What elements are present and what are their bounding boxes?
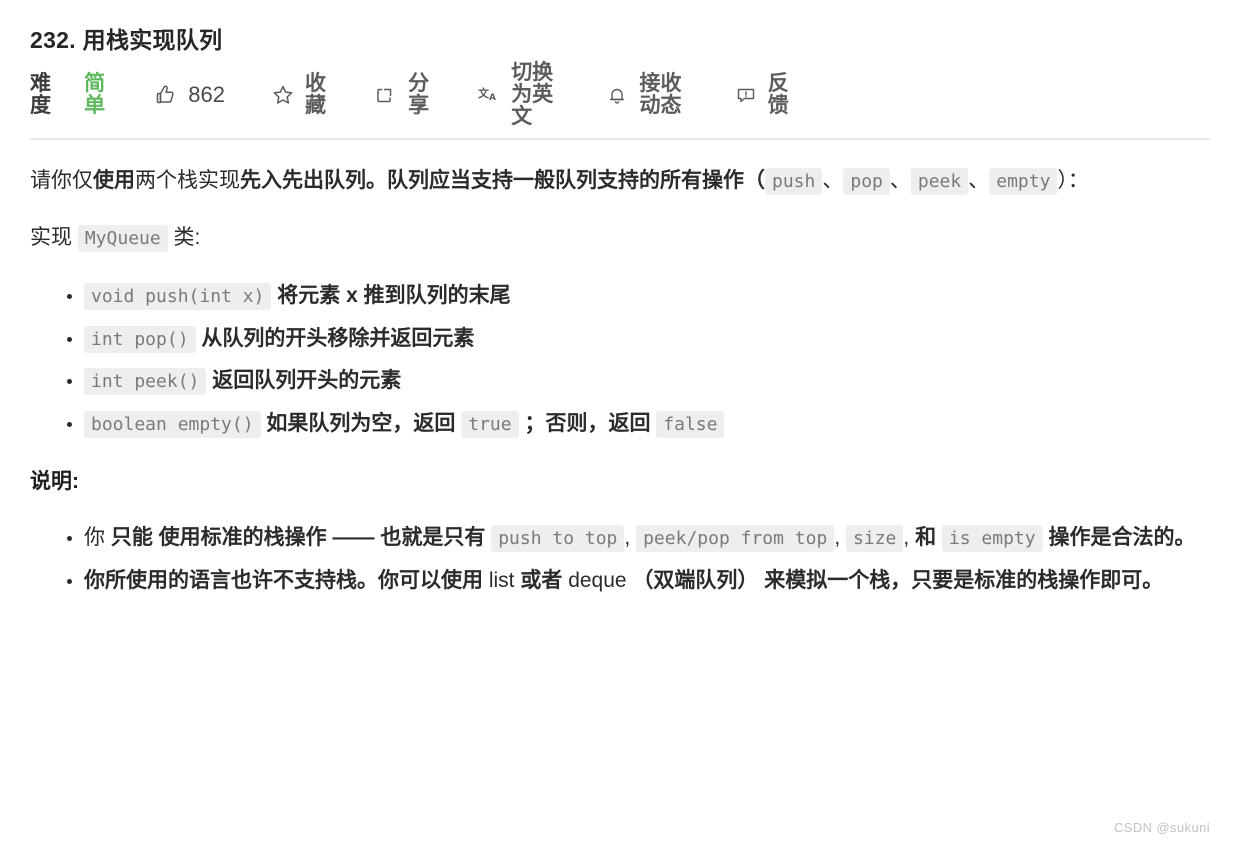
difficulty-group: 难度 简单 [30, 71, 108, 117]
keyword-deque: deque [568, 569, 627, 593]
code-empty: empty [989, 167, 1058, 195]
desc-sep: 、 [822, 168, 844, 192]
note-sep: , [624, 526, 631, 550]
feedback-button[interactable]: 反馈 [734, 71, 791, 117]
code-pop: pop [843, 167, 890, 195]
problem-description: 请你仅使用两个栈实现先入先出队列。队列应当支持一般队列支持的所有操作（ push、… [30, 140, 1210, 602]
problem-toolbar: 难度 简单 862 收藏 分享 文 A 切换为英文 接收动态 反馈 [30, 58, 1210, 132]
method-signature: int peek() [84, 368, 207, 396]
feedback-icon [734, 83, 758, 107]
code-push-to-top: push to top [491, 525, 625, 553]
method-list: void push(int x) 将元素 x 推到队列的末尾 int pop()… [30, 276, 1210, 446]
like-button[interactable]: 862 [154, 82, 225, 108]
description-paragraph-1: 请你仅使用两个栈实现先入先出队列。队列应当支持一般队列支持的所有操作（ push、… [30, 162, 1210, 201]
list-item: boolean empty() 如果队列为空，返回 true ；否则，返回 fa… [84, 404, 1210, 445]
desc-text: 实现 [30, 225, 72, 249]
favorite-button[interactable]: 收藏 [271, 71, 328, 117]
desc-sep: 、 [968, 168, 990, 192]
bell-icon [605, 83, 629, 107]
note-strong: 只能 [110, 526, 153, 550]
keyword-list: list [488, 569, 515, 593]
description-paragraph-2: 实现 MyQueue 类: [30, 219, 1210, 258]
subscribe-button[interactable]: 接收动态 [605, 71, 687, 117]
page-title: 232. 用栈实现队列 [30, 27, 223, 53]
method-description: 将元素 x 推到队列的末尾 [277, 283, 511, 307]
method-description: ；否则，返回 [524, 412, 651, 436]
note-text: 和 [915, 526, 937, 550]
desc-text: ）： [1057, 168, 1089, 192]
method-signature: void push(int x) [84, 282, 272, 310]
translate-label: 切换为英文 [511, 60, 554, 128]
method-description: 返回队列开头的元素 [212, 369, 402, 393]
svg-text:A: A [489, 93, 496, 103]
method-description: 从队列的开头移除并返回元素 [201, 326, 475, 350]
desc-strong: 使用 [93, 168, 135, 192]
desc-strong: 队列。队列应当支持一般队列支持的所有操作（ [324, 168, 765, 192]
note-text: （双端队列） 来模拟一个栈，只要是标准的栈操作即可。 [626, 569, 1164, 593]
share-icon [374, 83, 398, 107]
star-icon [271, 83, 295, 107]
notes-list: 你 只能 使用标准的栈操作 —— 也就是只有 push to top, peek… [30, 518, 1210, 602]
desc-sep: 、 [889, 168, 911, 192]
desc-strong: 先入先出 [240, 168, 324, 192]
note-text: 使用标准的栈操作 —— 也就是只有 [152, 526, 492, 550]
note-sep: , [834, 526, 841, 550]
code-false: false [656, 411, 725, 439]
list-item: int peek() 返回队列开头的元素 [84, 361, 1210, 402]
list-item: int pop() 从队列的开头移除并返回元素 [84, 319, 1210, 360]
code-peek-pop-from-top: peek/pop from top [636, 525, 835, 553]
translate-icon: 文 A [477, 83, 501, 107]
share-label: 分享 [408, 71, 430, 117]
code-myqueue: MyQueue [77, 224, 168, 252]
subscribe-label: 接收动态 [639, 71, 682, 117]
feedback-label: 反馈 [767, 71, 789, 117]
desc-text: 请你仅 [30, 168, 93, 192]
method-signature: boolean empty() [84, 411, 261, 439]
code-push: push [765, 167, 823, 195]
method-description: 如果队列为空，返回 [266, 412, 456, 436]
list-item: 你所使用的语言也许不支持栈。你可以使用 list 或者 deque （双端队列）… [84, 561, 1210, 602]
translate-button[interactable]: 文 A 切换为英文 [477, 60, 559, 128]
difficulty-label: 难度 [30, 71, 51, 117]
notes-heading: 说明: [30, 470, 79, 494]
watermark: CSDN @sukuni [1113, 820, 1210, 835]
method-signature: int pop() [84, 325, 196, 353]
favorite-label: 收藏 [305, 71, 326, 117]
thumbs-up-icon [154, 83, 178, 107]
like-count: 862 [188, 81, 225, 107]
note-sep: , [903, 526, 910, 550]
desc-text: 类: [173, 225, 201, 249]
problem-page: 232. 用栈实现队列 难度 简单 862 收藏 分享 文 A 切换为英文 接收… [0, 0, 1240, 847]
code-peek: peek [910, 167, 969, 195]
share-button[interactable]: 分享 [374, 71, 431, 117]
code-is-empty: is empty [941, 525, 1043, 553]
note-text: 或者 [514, 569, 569, 593]
code-true: true [461, 411, 519, 439]
code-size: size [846, 525, 904, 553]
desc-text: 两个栈实现 [135, 168, 240, 192]
list-item: 你 只能 使用标准的栈操作 —— 也就是只有 push to top, peek… [84, 518, 1210, 559]
note-text: 你所使用的语言也许不支持栈。你可以使用 [84, 569, 489, 593]
list-item: void push(int x) 将元素 x 推到队列的末尾 [84, 276, 1210, 317]
note-text: 你 [84, 526, 111, 550]
note-text: 操作是合法的。 [1048, 526, 1196, 550]
difficulty-value: 简单 [84, 71, 106, 117]
